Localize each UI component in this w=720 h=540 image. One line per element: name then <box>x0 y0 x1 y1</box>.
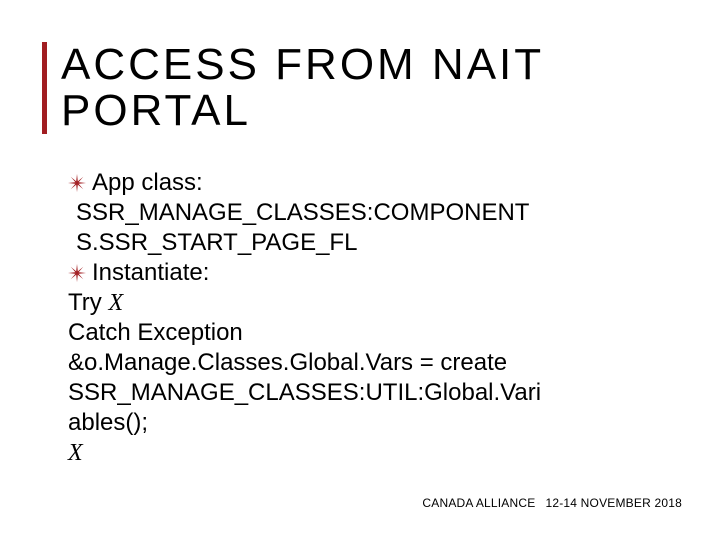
bullet-continuation: SSR_MANAGE_CLASSES:COMPONENT <box>76 198 658 228</box>
title-accent-bar <box>42 42 47 134</box>
try-prefix: Try <box>68 289 108 316</box>
slide-title: ACCESS FROM NAIT PORTAL <box>61 42 544 134</box>
slide-footer: CANADA ALLIANCE 12-14 NOVEMBER 2018 <box>422 496 682 510</box>
code-line: Catch Exception <box>68 318 658 348</box>
bullet-continuation: S.SSR_START_PAGE_FL <box>76 228 658 258</box>
code-line: Try X <box>68 288 658 318</box>
italic-x: X <box>68 440 83 466</box>
bullet-item: Instantiate: <box>68 258 658 288</box>
italic-x: X <box>108 290 123 316</box>
code-line: ables(); <box>68 408 658 438</box>
bullet-label: App class: <box>92 168 203 198</box>
slide: ACCESS FROM NAIT PORTAL App class: SSR_M… <box>0 0 720 540</box>
footer-dates: 12-14 NOVEMBER 2018 <box>545 496 682 510</box>
bullet-label: Instantiate: <box>92 258 209 288</box>
code-line: X <box>68 438 658 468</box>
burst-icon <box>68 174 86 192</box>
slide-body: App class: SSR_MANAGE_CLASSES:COMPONENT … <box>68 168 658 468</box>
title-line-1: ACCESS FROM NAIT <box>61 42 544 88</box>
footer-org: CANADA ALLIANCE <box>422 496 535 510</box>
burst-icon <box>68 264 86 282</box>
bullet-item: App class: <box>68 168 658 198</box>
title-block: ACCESS FROM NAIT PORTAL <box>42 42 544 134</box>
code-line: SSR_MANAGE_CLASSES:UTIL:Global.Vari <box>68 378 658 408</box>
code-line: &o.Manage.Classes.Global.Vars = create <box>68 348 658 378</box>
title-line-2: PORTAL <box>61 88 544 134</box>
